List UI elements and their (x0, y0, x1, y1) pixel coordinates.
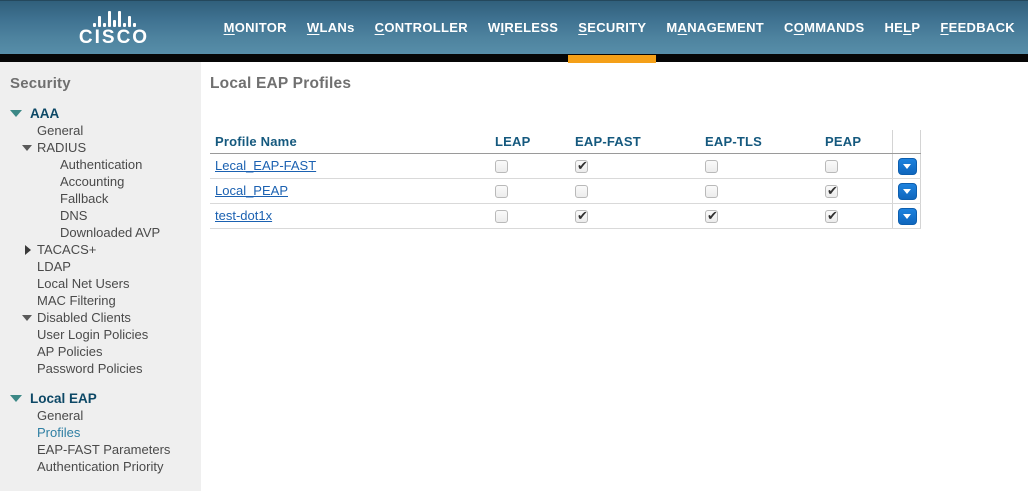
row-actions-dropdown-button[interactable] (897, 207, 917, 225)
sidebar-section-aaa[interactable]: AAA (0, 105, 201, 122)
security-sidebar: Security AAA General RADIUS Authenticati… (0, 62, 201, 491)
nav-tab-help[interactable]: HE L P (874, 1, 930, 55)
sidebar-section-local-eap[interactable]: Local EAP (0, 390, 201, 407)
sidebar-item-eap-fast-parameters[interactable]: EAP-FAST Parameters (0, 441, 201, 458)
column-header-profile-name: Profile Name (210, 130, 490, 154)
column-header-peap: PEAP (820, 130, 892, 154)
leap-checkbox[interactable] (495, 185, 508, 199)
expand-arrow-icon[interactable] (25, 245, 31, 255)
table-row: Local_PEAP (210, 178, 921, 204)
sidebar-item-accounting[interactable]: Accounting (0, 173, 201, 190)
peap-checkbox[interactable] (825, 183, 838, 199)
table-row: test-dot1x (210, 203, 921, 229)
collapse-arrow-icon[interactable] (10, 395, 22, 402)
sidebar-item-fallback[interactable]: Fallback (0, 190, 201, 207)
peap-checkbox[interactable] (825, 208, 838, 224)
nav-tab-wlans[interactable]: W LANs (297, 1, 365, 55)
sidebar-item-local-net-users[interactable]: Local Net Users (0, 275, 201, 292)
sidebar-item-local-eap-general[interactable]: General (0, 407, 201, 424)
row-actions-dropdown-button[interactable] (897, 157, 917, 175)
cisco-bridge-icon (92, 9, 136, 27)
column-header-actions (891, 130, 921, 154)
column-header-eap-fast: EAP-FAST (570, 130, 700, 154)
table-header-row: Profile Name LEAP EAP-FAST EAP-TLS PEAP (210, 130, 921, 154)
eap-fast-checkbox[interactable] (575, 185, 588, 199)
profile-link[interactable]: Lecal_EAP-FAST (215, 158, 316, 173)
sidebar-item-authentication-priority[interactable]: Authentication Priority (0, 458, 201, 475)
sidebar-item-authentication[interactable]: Authentication (0, 156, 201, 173)
content-area: Local EAP Profiles Profile Name LEAP EAP… (201, 62, 1028, 491)
collapse-arrow-icon[interactable] (10, 110, 22, 117)
dropdown-arrow-icon (903, 188, 911, 194)
sidebar-item-tacacs[interactable]: TACACS+ (0, 241, 201, 258)
profile-link[interactable]: Local_PEAP (215, 183, 288, 198)
sidebar-item-disabled-clients[interactable]: Disabled Clients (0, 309, 201, 326)
collapse-arrow-icon[interactable] (22, 315, 32, 321)
column-header-leap: LEAP (490, 130, 570, 154)
sidebar-item-dns[interactable]: DNS (0, 207, 201, 224)
nav-tab-controller[interactable]: C ONTROLLER (365, 1, 478, 55)
dropdown-arrow-icon (903, 213, 911, 219)
sidebar-item-ldap[interactable]: LDAP (0, 258, 201, 275)
nav-tab-security[interactable]: S ECURITY (568, 1, 657, 63)
top-nav-bar: cisco M ONITOR W LANs C ONTROLLER W I RELESS … (0, 0, 1028, 63)
nav-bottom-stripe (0, 54, 1028, 62)
sidebar-item-user-login-policies[interactable]: User Login Policies (0, 326, 201, 343)
sidebar-tree: AAA General RADIUS Authentication Accoun… (0, 105, 201, 475)
sidebar-item-mac-filtering[interactable]: MAC Filtering (0, 292, 201, 309)
sidebar-item-password-policies[interactable]: Password Policies (0, 360, 201, 377)
peap-checkbox[interactable] (825, 160, 838, 174)
sidebar-item-radius[interactable]: RADIUS (0, 139, 201, 156)
eap-fast-checkbox[interactable] (575, 208, 588, 224)
column-header-eap-tls: EAP-TLS (700, 130, 820, 154)
eap-tls-checkbox[interactable] (705, 185, 718, 199)
table-row: Lecal_EAP-FAST (210, 153, 921, 179)
dropdown-arrow-icon (903, 163, 911, 169)
profile-link[interactable]: test-dot1x (215, 208, 272, 223)
row-actions-dropdown-button[interactable] (897, 182, 917, 200)
cisco-logo: cisco (66, 9, 162, 47)
eap-tls-checkbox[interactable] (705, 208, 718, 224)
sidebar-item-profiles[interactable]: Profiles (0, 424, 201, 441)
main-menu: M ONITOR W LANs C ONTROLLER W I RELESS S ECURI… (214, 1, 1028, 63)
sidebar-item-aaa-general[interactable]: General (0, 122, 201, 139)
eap-tls-checkbox[interactable] (705, 160, 718, 174)
leap-checkbox[interactable] (495, 160, 508, 174)
local-eap-profiles-table: Profile Name LEAP EAP-FAST EAP-TLS PEAP … (210, 130, 921, 229)
eap-fast-checkbox[interactable] (575, 158, 588, 174)
collapse-arrow-icon[interactable] (22, 145, 32, 151)
sidebar-item-ap-policies[interactable]: AP Policies (0, 343, 201, 360)
nav-tab-commands[interactable]: C O MMANDS (774, 1, 874, 55)
cisco-logo-text: cisco (78, 26, 150, 48)
nav-tab-management[interactable]: M A NAGEMENT (656, 1, 774, 55)
nav-tab-feedback[interactable]: F EEDBACK (930, 1, 1025, 55)
sidebar-title: Security (10, 75, 71, 92)
leap-checkbox[interactable] (495, 210, 508, 224)
sidebar-item-downloaded-avp[interactable]: Downloaded AVP (0, 224, 201, 241)
page-title: Local EAP Profiles (210, 75, 352, 92)
nav-blue-band: cisco M ONITOR W LANs C ONTROLLER W I RELESS … (0, 0, 1028, 63)
nav-tab-monitor[interactable]: M ONITOR (214, 1, 297, 55)
nav-tab-wireless[interactable]: W I RELESS (478, 1, 568, 55)
